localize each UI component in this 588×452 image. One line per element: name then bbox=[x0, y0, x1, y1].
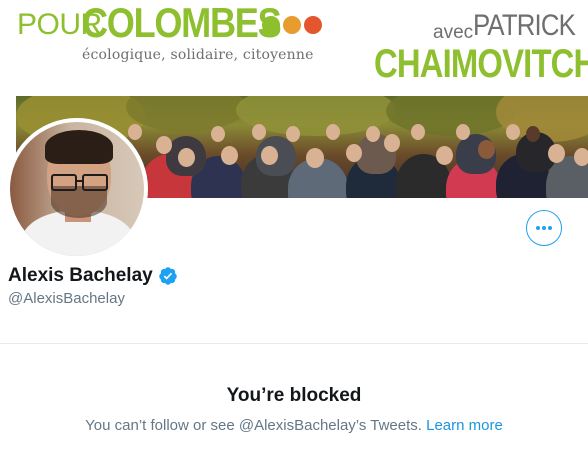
banner-avec-text: avec bbox=[433, 22, 474, 43]
blocked-message: You can’t follow or see @AlexisBachelay’… bbox=[85, 417, 422, 434]
people-icon bbox=[283, 16, 301, 34]
blocked-message-row: You can’t follow or see @AlexisBachelay’… bbox=[0, 417, 588, 434]
learn-more-link[interactable]: Learn more bbox=[426, 417, 503, 434]
more-icon bbox=[536, 226, 552, 230]
blocked-title: You’re blocked bbox=[226, 385, 362, 406]
banner-patrick-text: PATRICK bbox=[473, 9, 576, 42]
profile-avatar[interactable] bbox=[6, 118, 148, 260]
banner-colombes-text: COLOMBES bbox=[82, 0, 282, 46]
profile-name-row: Alexis Bachelay bbox=[8, 265, 178, 287]
tree-icon bbox=[262, 16, 280, 34]
profile-name: Alexis Bachelay bbox=[8, 265, 153, 286]
avatar-glasses-left bbox=[51, 174, 77, 191]
bird-icon bbox=[304, 16, 322, 34]
avatar-glasses-right bbox=[82, 174, 108, 191]
more-options-button[interactable] bbox=[526, 210, 562, 246]
profile-handle: @AlexisBachelay bbox=[8, 290, 125, 307]
divider bbox=[0, 343, 588, 344]
banner-chaimovitch-text: CHAIMOVITCH bbox=[374, 42, 588, 86]
banner-logo-icons bbox=[262, 16, 325, 39]
avatar-glasses-bridge bbox=[75, 180, 83, 182]
avatar-hair bbox=[45, 130, 113, 164]
verified-badge-icon bbox=[158, 267, 177, 285]
banner-tagline: écologique, solidaire, citoyenne bbox=[82, 47, 314, 63]
